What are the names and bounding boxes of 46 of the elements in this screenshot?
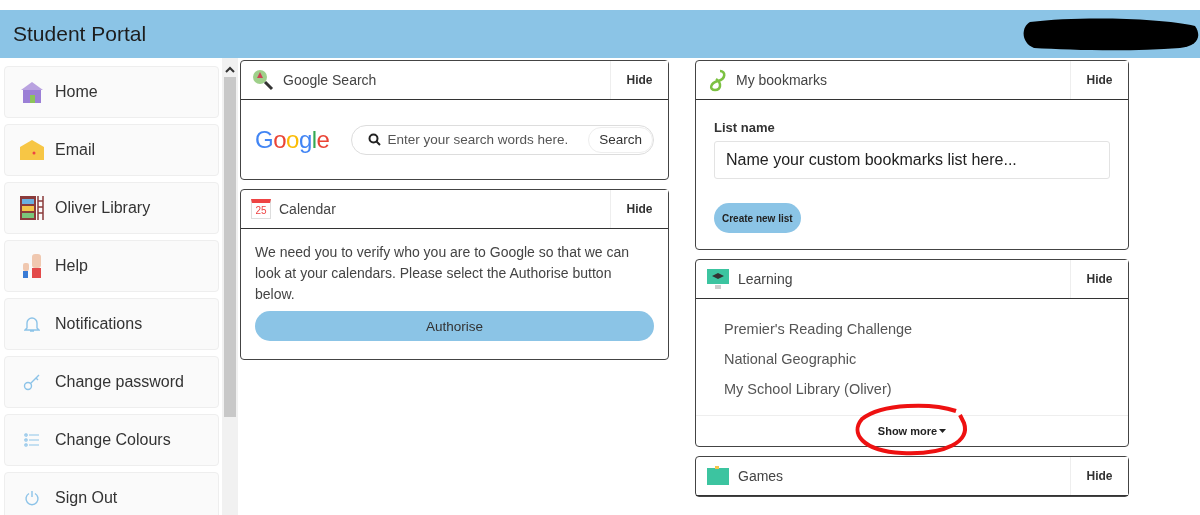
widget-title: Games xyxy=(738,468,784,484)
authorise-button[interactable]: Authorise xyxy=(255,311,654,341)
verification-message: We need you to verify who you are to Google so that we can look at your calendars. Please select the Authorise button below. xyxy=(255,243,631,304)
house-icon xyxy=(19,80,45,104)
key-icon xyxy=(23,373,41,391)
scroll-up-icon xyxy=(225,66,235,73)
portal-title: Student Portal xyxy=(13,22,147,46)
scrollbar[interactable] xyxy=(222,58,238,515)
power-icon xyxy=(24,490,40,506)
widget-title: Learning xyxy=(738,271,793,287)
hide-button[interactable]: Hide xyxy=(1070,457,1128,495)
magnifier-icon xyxy=(251,68,275,92)
widget-title: Google Search xyxy=(283,72,377,88)
field-label: List name xyxy=(714,120,776,135)
raised-hands-icon xyxy=(21,253,43,279)
learning-link[interactable]: My School Library (Oliver) xyxy=(724,381,1100,397)
bell-icon xyxy=(24,315,40,333)
show-more-button[interactable]: Show more xyxy=(873,423,951,439)
sidebar-item[interactable]: Home xyxy=(4,66,219,118)
hide-button[interactable]: Hide xyxy=(1070,61,1128,99)
search-button[interactable]: Search xyxy=(588,126,653,153)
widget-title: Calendar xyxy=(279,201,336,217)
sidebar-item[interactable]: Oliver Library xyxy=(4,182,219,234)
create-list-button[interactable]: Create new list xyxy=(714,203,801,233)
sidebar-item[interactable]: Change Colours xyxy=(4,414,219,466)
search-icon xyxy=(368,133,382,146)
sidebar-item[interactable]: Help xyxy=(4,240,219,292)
bookshelf-icon xyxy=(19,195,45,221)
sidebar-item[interactable]: Notifications xyxy=(4,298,219,350)
caret-icon xyxy=(939,429,947,433)
sidebar-item[interactable]: Change password xyxy=(4,356,219,408)
monitor-icon xyxy=(706,268,730,290)
widget-title: My bookmarks xyxy=(736,72,828,88)
learning-link[interactable]: Premier's Reading Challenge xyxy=(724,321,1100,337)
hide-button[interactable]: Hide xyxy=(610,61,668,99)
learning-link[interactable]: National Geographic xyxy=(724,351,1100,367)
calendar-icon: 25 xyxy=(251,199,271,219)
list-icon xyxy=(24,432,40,448)
google-logo: Google xyxy=(255,125,330,154)
chalkboard-icon xyxy=(706,466,730,486)
sidebar-item[interactable]: Sign Out xyxy=(4,472,219,515)
sidebar-item[interactable]: Email xyxy=(4,124,219,176)
hide-button[interactable]: Hide xyxy=(610,190,668,228)
hide-button[interactable]: Hide xyxy=(1070,260,1128,298)
envelope-icon xyxy=(19,139,45,161)
list-name-field[interactable]: Name your custom bookmarks list here... xyxy=(714,141,1110,179)
